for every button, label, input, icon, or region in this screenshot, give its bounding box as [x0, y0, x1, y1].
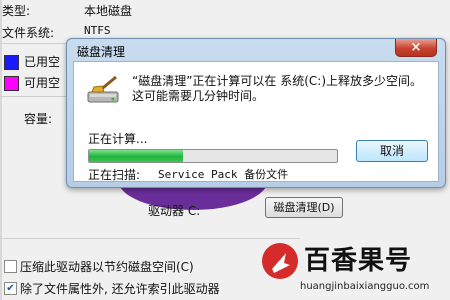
disk-cleanup-icon	[86, 74, 126, 110]
status-text: 正在计算...	[88, 132, 148, 146]
disk-cleanup-button[interactable]: 磁盘清理(D)	[265, 197, 343, 218]
filesystem-value: NTFS	[84, 24, 111, 37]
checkmark-icon: ✔	[6, 283, 15, 294]
index-label: 除了文件属性外, 还允许索引此驱动器	[20, 282, 220, 296]
used-space-label: 已用空	[24, 55, 61, 69]
type-label: 类型:	[2, 4, 31, 18]
close-button[interactable]: ×	[395, 39, 437, 57]
progress-fill	[89, 150, 184, 162]
progress-bar	[88, 149, 338, 163]
scanning-label: 正在扫描:	[88, 168, 141, 182]
compress-checkbox[interactable]	[4, 260, 17, 273]
filesystem-label: 文件系统:	[2, 26, 55, 40]
watermark-url: huangjinbaixiangguo.com	[300, 281, 430, 292]
free-space-swatch	[4, 76, 19, 91]
capacity-label: 容量:	[24, 112, 53, 126]
index-checkbox[interactable]: ✔	[4, 282, 17, 295]
dialog-title: 磁盘清理	[77, 45, 126, 59]
compress-label: 压缩此驱动器以节约磁盘空间(C)	[20, 260, 194, 274]
window-frame	[0, 0, 2, 300]
disk-cleanup-dialog: 磁盘清理 × “磁盘清理”正在计算可以在 系统(C:)上释放多少空间。这可能需要…	[66, 38, 446, 188]
cancel-button[interactable]: 取消	[356, 140, 428, 162]
drive-label: 驱动器 C:	[148, 204, 201, 218]
watermark-logo-icon	[262, 243, 298, 279]
dialog-client-area: “磁盘清理”正在计算可以在 系统(C:)上释放多少空间。这可能需要几分钟时间。 …	[73, 61, 439, 182]
free-space-label: 可用空	[24, 76, 61, 90]
dialog-message: “磁盘清理”正在计算可以在 系统(C:)上释放多少空间。这可能需要几分钟时间。	[132, 74, 423, 103]
divider	[0, 238, 300, 239]
watermark-name: 百香果号	[304, 246, 413, 276]
scanning-item: Service Pack 备份文件	[158, 168, 289, 181]
type-value: 本地磁盘	[84, 4, 133, 18]
used-space-swatch	[4, 55, 19, 70]
